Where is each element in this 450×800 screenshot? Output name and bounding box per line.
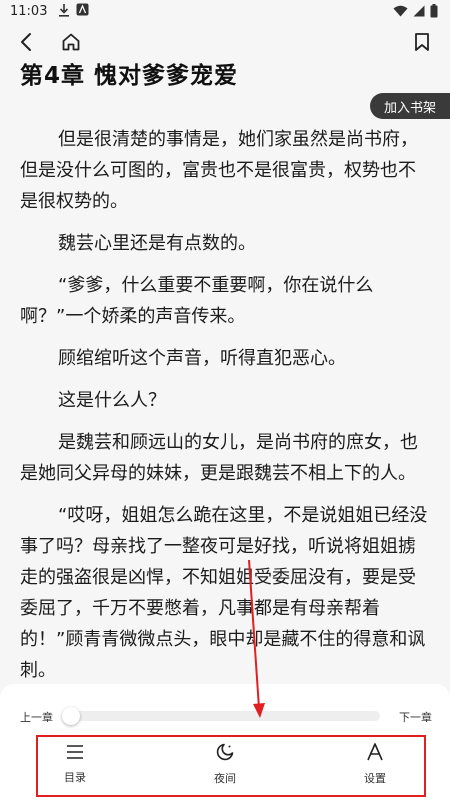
back-button[interactable] (12, 30, 40, 58)
top-nav (0, 26, 450, 60)
paragraph: 顾绾绾听这个声音，听得直犯恶心。 (58, 348, 346, 369)
night-mode-button[interactable]: 夜间 (185, 734, 265, 794)
chapter-title: 第4章 愧对爹爹宠爱 (20, 63, 239, 89)
font-icon (365, 742, 385, 766)
settings-button[interactable]: 设置 (335, 734, 415, 794)
moon-icon (215, 742, 235, 766)
chapter-progress-slider[interactable] (62, 707, 380, 725)
back-icon (19, 32, 33, 56)
status-bar: 11:03 (0, 0, 450, 24)
add-to-shelf-button[interactable]: 加入书架 (370, 93, 450, 119)
chapter-content: 但是很清楚的事情是，她们家虽然是尚书府，但是没什么可图的，富贵也不是很富贵，权势… (20, 124, 432, 697)
bookmark-icon (414, 32, 430, 56)
settings-label: 设置 (364, 772, 386, 785)
night-label: 夜间 (214, 772, 236, 785)
wifi-icon (393, 5, 408, 21)
battery-icon (430, 4, 438, 22)
home-icon (61, 32, 81, 56)
prev-chapter-button[interactable]: 上一章 (20, 709, 53, 725)
paragraph: 但是很清楚的事情是，她们家虽然是尚书府，但是没什么可图的，富贵也不是很富贵，权势… (20, 129, 418, 212)
download-icon (58, 3, 70, 21)
paragraph: “哎呀，姐姐怎么跪在这里，不是说姐姐已经没事了吗？母亲找了一整夜可是好找，听说将… (20, 505, 428, 681)
toc-button[interactable]: 目录 (35, 734, 115, 794)
paragraph: 这是什么人？ (58, 390, 166, 411)
home-button[interactable] (57, 30, 85, 58)
bookmark-button[interactable] (408, 30, 436, 58)
chapter-nav: 上一章 下一章 (0, 704, 450, 728)
reader-control-panel: 上一章 下一章 目录 夜间 设置 (0, 684, 450, 800)
status-time: 11:03 (10, 4, 48, 19)
signal-icon (413, 5, 425, 21)
bottom-toolbar: 目录 夜间 设置 (0, 734, 450, 794)
paragraph: “爹爹，什么重要不重要啊，你在说什么啊？”一个娇柔的声音传来。 (20, 275, 374, 327)
list-icon (65, 743, 85, 765)
paragraph: 是魏芸和顾远山的女儿，是尚书府的庶女，也是她同父异母的妹妹，更是跟魏芸不相上下的… (20, 432, 418, 484)
slider-thumb[interactable] (62, 707, 80, 725)
toc-label: 目录 (64, 771, 86, 784)
app-icon (76, 3, 89, 21)
paragraph: 魏芸心里还是有点数的。 (58, 233, 256, 254)
next-chapter-button[interactable]: 下一章 (399, 709, 432, 725)
